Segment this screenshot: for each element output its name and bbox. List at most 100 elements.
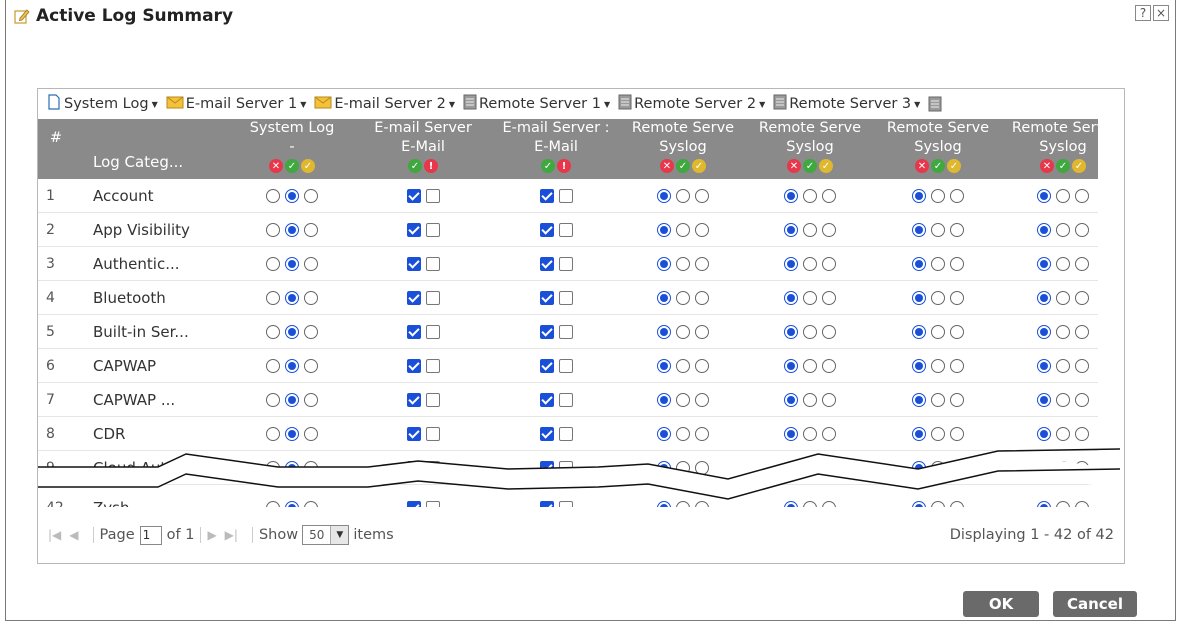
email-alert-checkbox[interactable] (425, 461, 440, 475)
disable-radio[interactable] (784, 223, 798, 237)
disable-radio[interactable] (657, 359, 671, 373)
debug-radio[interactable] (822, 325, 836, 339)
normal-radio[interactable] (931, 359, 945, 373)
debug-radio[interactable] (950, 359, 964, 373)
normal-radio[interactable] (285, 461, 299, 475)
debug-radio[interactable] (304, 325, 318, 339)
disable-radio[interactable] (784, 325, 798, 339)
normal-radio[interactable] (676, 325, 690, 339)
table-row[interactable]: 6 CAPWAP (38, 349, 1100, 383)
email-enable-checkbox[interactable] (406, 257, 421, 271)
normal-radio[interactable] (803, 291, 817, 305)
disable-radio[interactable] (912, 223, 926, 237)
column-header-number[interactable]: # (46, 119, 66, 179)
x-circle-icon[interactable]: ✕ (787, 159, 801, 173)
email-enable-checkbox[interactable] (539, 189, 554, 203)
debug-radio[interactable] (822, 359, 836, 373)
disable-radio[interactable] (784, 359, 798, 373)
column-header-group-3[interactable]: E-mail Server : E-Mail ✓! (490, 119, 622, 179)
debug-radio[interactable] (822, 189, 836, 203)
disable-radio[interactable] (266, 223, 280, 237)
table-row[interactable]: 7 CAPWAP ... (38, 383, 1100, 417)
email-alert-checkbox[interactable] (558, 223, 573, 237)
normal-radio[interactable] (285, 427, 299, 441)
debug-radio[interactable] (950, 189, 964, 203)
email-alert-checkbox[interactable] (425, 189, 440, 203)
normal-radio[interactable] (676, 291, 690, 305)
disable-radio[interactable] (266, 427, 280, 441)
normal-radio[interactable] (285, 393, 299, 407)
debug-radio[interactable] (695, 291, 709, 305)
disable-radio[interactable] (657, 427, 671, 441)
email-alert-checkbox[interactable] (425, 291, 440, 305)
debug-radio[interactable] (1075, 359, 1089, 373)
scrollbar[interactable] (1098, 119, 1124, 507)
check-circle-icon[interactable]: ✓ (1056, 159, 1070, 173)
table-row[interactable]: 3 Authentic... (38, 247, 1100, 281)
column-header-group-2[interactable]: E-mail Server E-Mail ✓! (357, 119, 489, 179)
normal-radio[interactable] (676, 393, 690, 407)
disable-radio[interactable] (912, 461, 926, 475)
debug-radio[interactable] (950, 291, 964, 305)
email-enable-checkbox[interactable] (539, 223, 554, 237)
disable-radio[interactable] (657, 461, 671, 475)
debug-radio[interactable] (950, 393, 964, 407)
last-page-icon[interactable]: ▶| (225, 528, 238, 542)
check-circle-icon[interactable]: ✓ (819, 159, 833, 173)
debug-radio[interactable] (822, 291, 836, 305)
disable-radio[interactable] (657, 223, 671, 237)
normal-radio[interactable] (803, 427, 817, 441)
check-circle-icon[interactable]: ✓ (803, 159, 817, 173)
check-circle-icon[interactable]: ✓ (541, 159, 555, 173)
debug-radio[interactable] (1075, 325, 1089, 339)
x-circle-icon[interactable]: ✕ (269, 159, 283, 173)
debug-radio[interactable] (304, 291, 318, 305)
items-per-page-select[interactable]: 50 ▼ (302, 525, 350, 545)
disable-radio[interactable] (784, 461, 798, 475)
email-enable-checkbox[interactable] (406, 189, 421, 203)
debug-radio[interactable] (822, 223, 836, 237)
email-enable-checkbox[interactable] (406, 291, 421, 305)
normal-radio[interactable] (285, 189, 299, 203)
toolbar-overflow-icon[interactable] (928, 96, 944, 112)
disable-radio[interactable] (912, 427, 926, 441)
email-enable-checkbox[interactable] (406, 461, 421, 475)
column-header-group-1[interactable]: System Log - ✕ ✓ ✓ (233, 119, 351, 179)
check-circle-icon[interactable]: ✓ (676, 159, 690, 173)
help-button[interactable]: ? (1135, 5, 1151, 21)
next-page-icon[interactable]: ▶ (207, 528, 216, 542)
table-row[interactable]: 4 Bluetooth (38, 281, 1100, 315)
normal-radio[interactable] (676, 189, 690, 203)
debug-radio[interactable] (1075, 461, 1089, 475)
email-enable-checkbox[interactable] (539, 461, 554, 475)
alert-circle-icon[interactable]: ! (424, 159, 438, 173)
disable-radio[interactable] (1037, 393, 1051, 407)
debug-radio[interactable] (695, 223, 709, 237)
normal-radio[interactable] (285, 257, 299, 271)
debug-radio[interactable] (950, 427, 964, 441)
email-alert-checkbox[interactable] (425, 359, 440, 373)
x-circle-icon[interactable]: ✕ (1040, 159, 1054, 173)
close-button[interactable]: × (1153, 5, 1169, 21)
normal-radio[interactable] (931, 189, 945, 203)
disable-radio[interactable] (657, 257, 671, 271)
email-enable-checkbox[interactable] (539, 359, 554, 373)
normal-radio[interactable] (1056, 359, 1070, 373)
debug-radio[interactable] (1075, 223, 1089, 237)
disable-radio[interactable] (784, 257, 798, 271)
normal-radio[interactable] (1056, 393, 1070, 407)
debug-radio[interactable] (695, 189, 709, 203)
debug-radio[interactable] (1075, 291, 1089, 305)
disable-radio[interactable] (912, 189, 926, 203)
prev-page-icon[interactable]: ◀ (69, 528, 78, 542)
email-alert-checkbox[interactable] (558, 461, 573, 475)
email-alert-checkbox[interactable] (558, 359, 573, 373)
debug-radio[interactable] (304, 223, 318, 237)
email-alert-checkbox[interactable] (558, 291, 573, 305)
normal-radio[interactable] (931, 223, 945, 237)
email-alert-checkbox[interactable] (425, 393, 440, 407)
email-enable-checkbox[interactable] (539, 427, 554, 441)
email-enable-checkbox[interactable] (406, 325, 421, 339)
disable-radio[interactable] (1037, 359, 1051, 373)
email-alert-checkbox[interactable] (558, 427, 573, 441)
